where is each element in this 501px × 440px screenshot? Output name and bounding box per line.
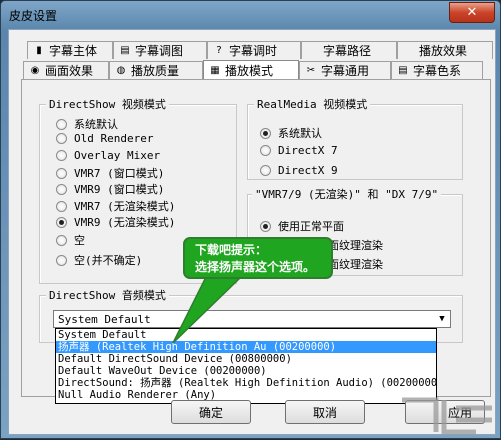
list-item[interactable]: DirectSound: 扬声器 (Realtek High Definitio… [56,377,436,389]
callout-line-2: 选择扬声器这个选项。 [195,260,316,274]
radio-label: VMR7 (窗口模式) [74,167,165,180]
tab-label: 字幕色系 [413,64,462,78]
tab-row-2: ◉ 画面效果 ◍ 播放质量 ▦ 播放模式 ✂ 字幕通用 ▤ 字幕色系 [23,60,483,80]
tab-subtitle-image[interactable]: ▤ 字幕调图 [113,41,207,59]
radio-texture-render-1[interactable]: 面纹理渲染 [328,237,383,253]
radio-icon [56,234,67,246]
tab-subtitle-general[interactable]: ✂ 字幕通用 [299,61,391,79]
radio-label: VMR9 (窗口模式) [74,183,165,196]
radio-vmr7-window[interactable]: VMR7 (窗口模式) [56,165,164,181]
list-item[interactable]: Default WaveOut Device (00200000) [56,365,436,377]
radio-label: 空(并不确定) [74,254,143,267]
tab-play-quality[interactable]: ◍ 播放质量 [109,61,203,79]
tab-label: 字幕主体 [49,44,98,58]
close-button[interactable]: ✕ [449,2,495,23]
tab-label: 字幕路径 [323,44,372,58]
radio-vmr9-renderless[interactable]: VMR9 (无渲染模式) [56,214,175,230]
tab-label: 字幕调图 [135,44,184,58]
play-quality-icon: ◍ [116,65,126,76]
list-item[interactable]: Default DirectSound Device (00800000) [56,353,436,365]
radio-null-uncertain[interactable]: 空(并不确定) [56,252,142,268]
radio-icon [260,165,271,176]
subtitle-main-icon: ▮ [36,45,42,56]
tab-subtitle-timing[interactable]: ? 字幕调时 [207,41,301,59]
group-title: DirectShow 视频模式 [46,96,169,112]
radio-label: Old Renderer [74,132,154,145]
radio-label: 面纹理渲染 [328,258,383,271]
radio-rm-directx9[interactable]: DirectX 9 [260,164,338,177]
tab-play-mode[interactable]: ▦ 播放模式 [203,60,299,80]
tab-label: 播放模式 [225,64,274,78]
group-title: DirectShow 音频模式 [46,287,169,303]
tab-row-1: ▮ 字幕主体 ▤ 字幕调图 ? 字幕调时 字幕路径 播放效果 [27,41,493,59]
radio-rm-system-default[interactable]: 系统默认 [260,125,322,141]
tab-subtitle-path[interactable]: 字幕路径 [301,41,397,59]
tab-label: 字幕调时 [229,44,278,58]
radio-label: 面纹理渲染 [328,239,383,252]
radio-label: 系统默认 [278,127,322,140]
close-icon: ✕ [466,5,478,20]
radio-selected-icon [260,220,271,232]
radio-icon [56,200,67,212]
audio-renderer-select[interactable]: System Default ▼ [53,310,451,328]
tab-picture-effect[interactable]: ◉ 画面效果 [23,61,109,79]
radio-label: Overlay Mixer [74,149,161,162]
tab-subtitle-color[interactable]: ▤ 字幕色系 [391,61,483,79]
radio-vmr7-renderless[interactable]: VMR7 (无渲染模式) [56,198,175,214]
radio-label: VMR9 (无渲染模式) [74,216,176,229]
radio-overlay-mixer[interactable]: Overlay Mixer [56,149,160,162]
radio-icon [56,150,67,161]
radio-icon [56,118,67,130]
radio-icon [56,133,67,144]
radio-label: 空 [74,234,85,247]
radio-normal-plane[interactable]: 使用正常平面 [260,218,344,234]
subtitle-color-icon: ▤ [398,65,408,76]
watermark-logo [402,397,492,435]
window-title: 皮皮设置 [9,9,58,23]
tip-callout: 下载吧提示： 选择扬声器这个选项。 [183,237,333,279]
settings-window: 皮皮设置 ✕ ▮ 字幕主体 ▤ 字幕调图 ? 字幕调时 字幕路径 播放效果 ◉ 画面效果… [0,0,501,439]
radio-null[interactable]: 空 [56,232,85,248]
audio-renderer-list: System Default 扬声器 (Realtek High Definit… [55,328,437,404]
list-item-selected[interactable]: 扬声器 (Realtek High Definition Au (0020000… [56,341,436,353]
tab-play-effect[interactable]: 播放效果 [397,41,493,59]
group-title: RealMedia 视频模式 [254,96,371,112]
radio-icon [56,167,67,179]
group-title: "VMR7/9 (无渲染)" 和 "DX 7/9" [252,186,442,202]
tab-subtitle-main[interactable]: ▮ 字幕主体 [27,41,113,59]
tab-label: 画面效果 [45,64,94,78]
title-bar[interactable]: 皮皮设置 ✕ [1,1,500,28]
callout-line-1: 下载吧提示： [195,243,268,257]
radio-icon [56,254,67,266]
tab-label: 字幕通用 [321,64,370,78]
radio-label: 使用正常平面 [278,220,344,233]
dropdown-arrow-icon[interactable]: ▼ [434,311,450,327]
play-mode-icon: ▦ [210,65,220,76]
radio-texture-render-2[interactable]: 面纹理渲染 [328,256,383,272]
select-value: System Default [58,313,151,326]
picture-effect-icon: ◉ [30,65,40,76]
list-item[interactable]: System Default [56,329,436,341]
radio-label: 系统默认 [74,118,118,131]
radio-old-renderer[interactable]: Old Renderer [56,132,153,145]
subtitle-timing-icon: ? [216,45,222,56]
radio-icon [260,145,271,156]
radio-rm-directx7[interactable]: DirectX 7 [260,144,338,157]
radio-label: DirectX 9 [278,164,338,177]
subtitle-image-icon: ▤ [120,45,130,56]
tab-label: 播放质量 [131,64,180,78]
cancel-button[interactable]: 取消 [285,400,365,424]
subtitle-general-icon: ✂ [306,65,316,76]
radio-vmr9-window[interactable]: VMR9 (窗口模式) [56,181,164,197]
radio-selected-icon [260,127,271,139]
radio-icon [56,183,67,195]
radio-label: VMR7 (无渲染模式) [74,200,176,213]
radio-selected-icon [56,216,67,228]
radio-label: DirectX 7 [278,144,338,157]
ok-button[interactable]: 确定 [171,400,251,424]
tab-label: 播放效果 [419,44,468,58]
radio-system-default[interactable]: 系统默认 [56,116,118,132]
